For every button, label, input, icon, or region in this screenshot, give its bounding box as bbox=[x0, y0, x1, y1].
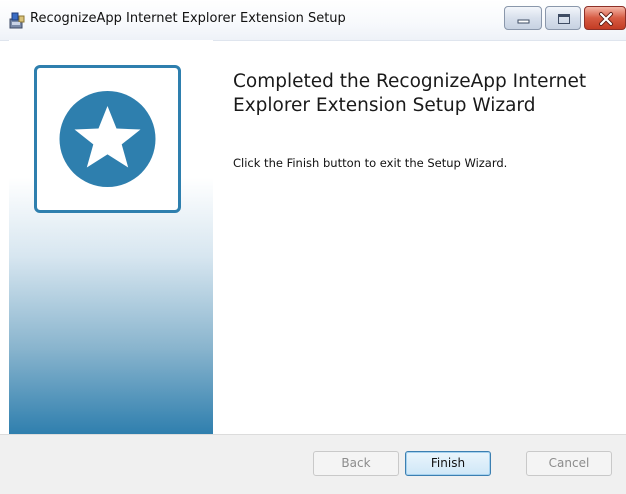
logo-frame bbox=[34, 65, 181, 213]
wizard-heading: Completed the RecognizeApp Internet Expl… bbox=[233, 71, 587, 116]
back-button[interactable]: Back bbox=[313, 451, 399, 476]
minimize-icon bbox=[517, 19, 530, 24]
window-controls bbox=[500, 6, 626, 32]
maximize-button[interactable] bbox=[545, 6, 581, 30]
close-button[interactable] bbox=[584, 6, 626, 30]
window-title: RecognizeApp Internet Explorer Extension… bbox=[30, 11, 346, 26]
installer-app-icon bbox=[8, 11, 26, 29]
maximize-icon bbox=[558, 14, 570, 24]
button-bar: Back Finish Cancel bbox=[0, 434, 626, 494]
wizard-instructions: Click the Finish button to exit the Setu… bbox=[233, 156, 508, 170]
close-icon bbox=[599, 12, 613, 26]
title-bar[interactable]: RecognizeApp Internet Explorer Extension… bbox=[0, 0, 626, 41]
wizard-banner bbox=[9, 40, 213, 434]
setup-wizard-window: RecognizeApp Internet Explorer Extension… bbox=[0, 0, 626, 494]
minimize-button[interactable] bbox=[504, 6, 542, 30]
star-icon bbox=[59, 91, 156, 187]
finish-button[interactable]: Finish bbox=[405, 451, 491, 476]
cancel-button[interactable]: Cancel bbox=[526, 451, 612, 476]
